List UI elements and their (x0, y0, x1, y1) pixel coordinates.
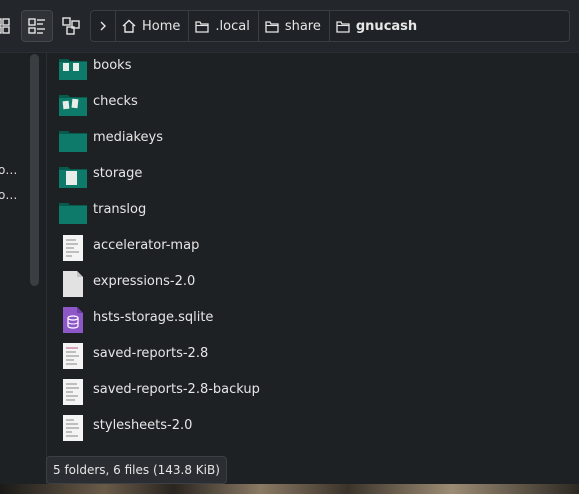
file-list: books checks mediakeys storage translog (47, 49, 579, 445)
status-bar: 5 folders, 6 files (143.8 KiB) (46, 456, 227, 484)
grid-view-icon (0, 18, 10, 34)
list-item[interactable]: expressions-2.0 (47, 265, 579, 301)
breadcrumb-gnucash[interactable]: gnucash (330, 11, 425, 41)
file-name: hsts-storage.sqlite (93, 310, 214, 325)
folder-icon (59, 203, 87, 224)
text-file-icon (63, 235, 83, 261)
file-name: checks (93, 94, 138, 109)
split-view-icon (62, 17, 80, 35)
list-item[interactable]: stylesheets-2.0 (47, 409, 579, 445)
breadcrumb-share[interactable]: share (259, 11, 330, 41)
list-item[interactable]: saved-reports-2.8 (47, 337, 579, 373)
split-view-button[interactable] (55, 10, 87, 42)
file-name: stylesheets-2.0 (93, 418, 193, 433)
home-icon (122, 19, 136, 33)
folder-icon (265, 20, 279, 33)
chevron-right-icon (100, 21, 106, 31)
places-item-label[interactable]: o… (0, 163, 17, 177)
breadcrumb-label: share (284, 18, 321, 34)
text-file-icon (63, 379, 83, 405)
list-item[interactable]: accelerator-map (47, 229, 579, 265)
text-file-icon (63, 343, 83, 369)
folder-icon (59, 131, 87, 152)
file-name: expressions-2.0 (93, 274, 196, 289)
database-file-icon (63, 307, 83, 333)
file-name: storage (93, 166, 143, 181)
file-name: translog (93, 202, 147, 217)
breadcrumb-expand-button[interactable] (91, 11, 116, 41)
breadcrumb-local[interactable]: .local (189, 11, 259, 41)
breadcrumb-home[interactable]: Home (116, 11, 190, 41)
file-name: saved-reports-2.8-backup (93, 382, 260, 397)
folder-icon (59, 95, 87, 116)
breadcrumb-label: Home (142, 18, 181, 34)
list-item[interactable]: mediakeys (47, 121, 579, 157)
details-view-button[interactable] (21, 10, 53, 42)
file-name: mediakeys (93, 130, 164, 145)
blank-file-icon (63, 271, 83, 297)
places-scrollbar[interactable] (30, 54, 39, 286)
breadcrumb: Home .local share gnucash (90, 10, 570, 42)
toolbar: Home .local share gnucash (0, 0, 579, 52)
list-item[interactable]: translog (47, 193, 579, 229)
folder-icon (59, 167, 87, 188)
file-name: accelerator-map (93, 238, 200, 253)
list-item[interactable]: checks (47, 85, 579, 121)
list-item[interactable]: storage (47, 157, 579, 193)
breadcrumb-label: .local (215, 18, 250, 34)
folder-icon (195, 20, 210, 33)
list-item[interactable]: books (47, 49, 579, 85)
list-item[interactable]: saved-reports-2.8-backup (47, 373, 579, 409)
desktop-wallpaper-strip (0, 484, 579, 494)
text-file-icon (63, 415, 83, 441)
places-item-label[interactable]: o… (0, 188, 17, 202)
places-panel: o… o… (0, 53, 22, 484)
details-view-icon (28, 18, 45, 34)
file-name: saved-reports-2.8 (93, 346, 209, 361)
icons-view-button[interactable] (0, 10, 18, 42)
folder-icon (336, 20, 350, 33)
list-item[interactable]: hsts-storage.sqlite (47, 301, 579, 337)
file-name: books (93, 58, 132, 73)
breadcrumb-label: gnucash (355, 18, 418, 34)
folder-icon (59, 59, 87, 80)
